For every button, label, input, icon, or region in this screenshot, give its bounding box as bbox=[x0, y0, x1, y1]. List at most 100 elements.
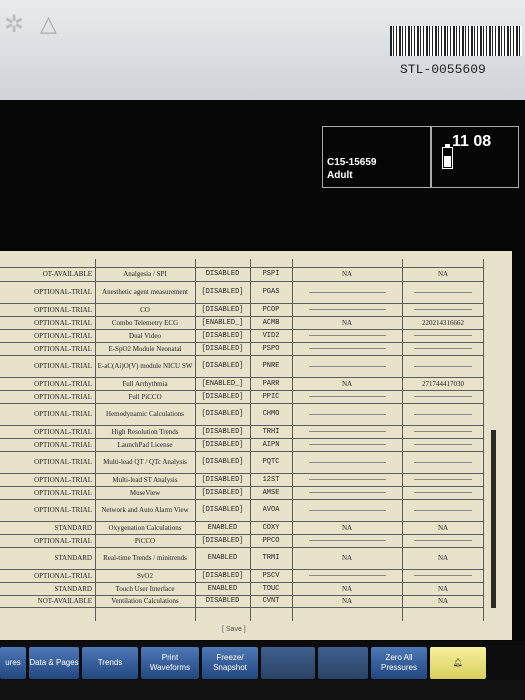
softkey-procedures[interactable]: ures bbox=[0, 647, 26, 679]
status-cell: STANDARD bbox=[54, 523, 92, 532]
scrollbar[interactable] bbox=[491, 430, 496, 608]
blank-field bbox=[414, 335, 472, 336]
feature-cell: E-SpO2 Module Neonatal bbox=[108, 344, 182, 353]
state-cell: [DISABLED] bbox=[201, 458, 244, 466]
table-row[interactable]: OT-AVAILABLE Analgesia / SPI DISABLED PSPI N… bbox=[0, 267, 484, 282]
code-cell: VID2 bbox=[262, 331, 280, 340]
table-row[interactable]: OPTIONAL-TRIAL Anesthetic agent measureme… bbox=[0, 281, 484, 304]
state-cell: [DISABLED] bbox=[201, 288, 244, 296]
table-row[interactable]: NOT-AVAILABLE Ventilation Calculations DIS… bbox=[0, 595, 484, 608]
status-cell: OPTIONAL-TRIAL bbox=[34, 536, 92, 545]
table-row[interactable]: OPTIONAL-TRIAL Dual Video [DISABLED] VID2 bbox=[0, 329, 484, 343]
code-cell: TOUC bbox=[262, 584, 280, 593]
blank-field bbox=[308, 291, 386, 293]
status-cell: OPTIONAL-TRIAL bbox=[34, 571, 92, 580]
table-row[interactable]: OPTIONAL-TRIAL Hemodynamic Calculations [D… bbox=[0, 403, 484, 426]
softkey-zero-all-pressures[interactable]: Zero All Pressures bbox=[371, 647, 427, 679]
table-row[interactable]: STANDARD Real-time Trends / minitrends ENA… bbox=[0, 547, 484, 570]
key-cell: NA bbox=[437, 523, 449, 532]
patient-info-box[interactable]: C15-15659 Adult bbox=[322, 126, 431, 188]
bed-id: C15-15659 bbox=[327, 157, 377, 168]
table-row[interactable]: OPTIONAL-TRIAL Multi-lead QT / QTc Analys… bbox=[0, 451, 484, 474]
key-cell bbox=[402, 281, 484, 303]
key-cell bbox=[402, 259, 484, 267]
value-cell bbox=[292, 534, 402, 547]
table-row[interactable]: STANDARD Touch User Interface ENABLED TOUC N… bbox=[0, 582, 484, 596]
license-table: OT-AVAILABLE Analgesia / SPI DISABLED PSPI N… bbox=[0, 259, 484, 621]
alarm-bell-icon[interactable]: 🔔︎ bbox=[430, 647, 486, 679]
blank-field bbox=[414, 444, 472, 445]
code-cell: PNRE bbox=[262, 362, 280, 370]
code-cell: ACMB bbox=[262, 318, 280, 327]
status-cell: OPTIONAL-TRIAL bbox=[34, 318, 92, 327]
feature-cell: E-aC(Ai)O(V) module NICU SW bbox=[97, 362, 193, 370]
value-cell bbox=[292, 355, 402, 377]
table-row[interactable]: OPTIONAL-TRIAL E-SpO2 Module Neonatal [DIS… bbox=[0, 342, 484, 356]
softkey-print-waveforms[interactable]: Print Waveforms bbox=[141, 647, 199, 679]
softkey-disabled-2[interactable] bbox=[318, 647, 368, 679]
value-cell bbox=[292, 486, 402, 499]
code-cell: TRHI bbox=[262, 427, 280, 436]
code-cell: AVOA bbox=[262, 506, 280, 514]
value-cell: NA bbox=[341, 379, 353, 388]
status-cell: OPTIONAL-TRIAL bbox=[34, 410, 92, 418]
table-row[interactable]: OPTIONAL-TRIAL Network and Auto Alarm Vie… bbox=[0, 499, 484, 522]
state-cell: [DISABLED] bbox=[201, 536, 244, 545]
value-cell bbox=[292, 281, 402, 303]
table-row[interactable]: OPTIONAL-TRIAL MuseView [DISABLED] AMSE bbox=[0, 486, 484, 500]
status-cell: OPTIONAL-TRIAL bbox=[34, 458, 92, 466]
status-cell: OPTIONAL-TRIAL bbox=[34, 379, 92, 388]
code-cell: TRMI bbox=[262, 554, 280, 562]
code-cell: PSPI bbox=[262, 270, 280, 278]
state-cell: [DISABLED] bbox=[201, 410, 244, 418]
value-cell bbox=[292, 499, 402, 521]
status-cell: OPTIONAL-TRIAL bbox=[34, 475, 92, 484]
status-cell: OPTIONAL-TRIAL bbox=[34, 288, 92, 296]
table-row[interactable]: OPTIONAL-TRIAL SvO2 [DISABLED] PSCV bbox=[0, 569, 484, 583]
save-button[interactable]: [ Save ] bbox=[222, 626, 246, 633]
status-cell: OPTIONAL-TRIAL bbox=[34, 362, 92, 370]
blank-field bbox=[414, 479, 472, 480]
softkey-freeze-snapshot[interactable]: Freeze/ Snapshot bbox=[202, 647, 258, 679]
table-row[interactable]: OPTIONAL-TRIAL PiCCO [DISABLED] PPCO bbox=[0, 534, 484, 548]
code-cell: PSPO bbox=[262, 344, 280, 353]
table-row[interactable]: OPTIONAL-TRIAL Full Arrhythmia [ENABLED_] P… bbox=[0, 377, 484, 391]
table-row[interactable]: OPTIONAL-TRIAL E-aC(Ai)O(V) module NICU S… bbox=[0, 355, 484, 378]
value-cell: NA bbox=[341, 597, 353, 605]
table-row[interactable]: OPTIONAL-TRIAL Combo Telemetry ECG [ENABLE… bbox=[0, 316, 484, 330]
table-row[interactable]: OPTIONAL-TRIAL CO [DISABLED] PCOP bbox=[0, 303, 484, 317]
blank-field bbox=[308, 348, 386, 349]
feature-cell: Hemodynamic Calculations bbox=[106, 410, 184, 418]
table-row[interactable]: OPTIONAL-TRIAL Full PiCCO [DISABLED] PPIC bbox=[0, 390, 484, 404]
key-cell bbox=[402, 473, 484, 486]
status-cell: OPTIONAL-TRIAL bbox=[34, 440, 92, 449]
feature-cell: Network and Auto Alarm View bbox=[101, 506, 189, 514]
blank-field bbox=[414, 492, 472, 493]
softkey-trends[interactable]: Trends bbox=[82, 647, 138, 679]
feature-cell: Multi-lead QT / QTc Analysis bbox=[103, 458, 187, 466]
value-cell bbox=[292, 303, 402, 316]
value-cell bbox=[292, 569, 402, 582]
value-cell: NA bbox=[341, 270, 353, 278]
battery-fill bbox=[444, 156, 451, 167]
table-row[interactable]: OPTIONAL-TRIAL LaunchPad License [DISABLED… bbox=[0, 438, 484, 452]
state-cell: [DISABLED] bbox=[201, 475, 244, 484]
code-cell: COXY bbox=[262, 523, 280, 532]
softkey-data-pages[interactable]: Data & Pages bbox=[29, 647, 79, 679]
softkey-disabled-1[interactable] bbox=[261, 647, 315, 679]
code-cell: PARR bbox=[262, 379, 280, 388]
feature-cell: Real-time Trends / minitrends bbox=[103, 554, 187, 562]
value-cell: NA bbox=[341, 318, 353, 327]
key-cell: NA bbox=[437, 554, 449, 562]
table-row[interactable]: STANDARD Oxygenation Calculations ENABLED C… bbox=[0, 521, 484, 535]
blank-field bbox=[308, 479, 386, 480]
blank-field bbox=[414, 509, 472, 511]
status-cell: STANDARD bbox=[54, 584, 92, 593]
blank-field bbox=[414, 348, 472, 349]
state-cell: ENABLED bbox=[207, 554, 238, 562]
code-cell: PCOP bbox=[262, 305, 280, 314]
status-cell: OPTIONAL-TRIAL bbox=[34, 488, 92, 497]
status-cell: OPTIONAL-TRIAL bbox=[34, 305, 92, 314]
table-row[interactable]: OPTIONAL-TRIAL High Resolution Trends [DIS… bbox=[0, 425, 484, 439]
table-row[interactable]: OPTIONAL-TRIAL Multi-lead ST Analysis [DIS… bbox=[0, 473, 484, 487]
